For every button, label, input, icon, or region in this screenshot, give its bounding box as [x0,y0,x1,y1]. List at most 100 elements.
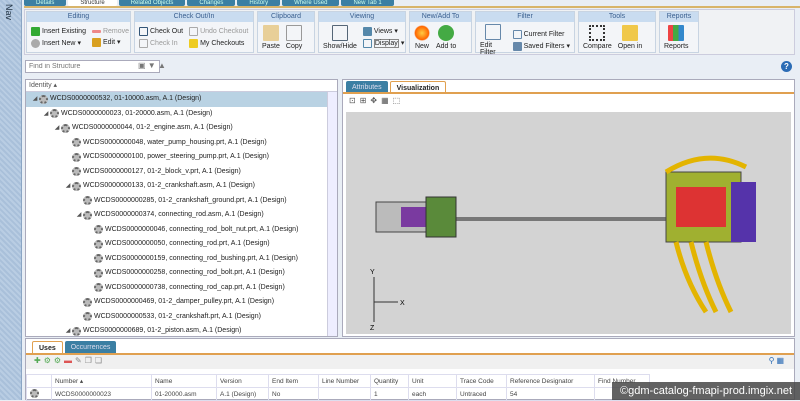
label: Undo Checkout [200,27,249,35]
tree-row[interactable]: WCDS0000000046, connecting_rod_bolt_nut.… [26,223,337,238]
reports-button[interactable]: Reports [664,24,689,50]
tree-row[interactable]: WCDS0000000100, power_steering_pump.prt,… [26,150,337,165]
column-header[interactable]: Reference Designator [506,374,595,388]
views-button[interactable]: Views ▾ [362,26,404,36]
copy-icon[interactable]: ❐ [85,356,95,365]
zoom-window-icon[interactable]: ⊞ [360,96,371,105]
tree-row[interactable]: WCDS0000000533, 01-2_crankshaft.prt, A.1… [26,310,337,325]
replace-icon[interactable]: ⚙ [54,356,64,365]
axis-y-label: Y [370,269,375,276]
paste-button[interactable]: Paste [262,24,280,50]
help-icon[interactable]: ? [781,61,792,72]
part-gear-icon [72,326,81,336]
find-next-icon[interactable]: ▼ [148,61,156,70]
compare-button[interactable]: Compare [583,24,612,50]
structure-tree: Identity ▴ ◢ WCDS0000000532, 01-10000.asm… [25,79,338,337]
saved-filters-button[interactable]: Saved Filters ▾ [512,41,570,51]
edit-button[interactable]: Edit ▾ [91,37,129,47]
label: Insert New [42,39,76,47]
column-header[interactable]: Unit [408,374,457,388]
tree-row[interactable]: WCDS0000000258, connecting_rod_bolt.prt,… [26,266,337,281]
column-header-identity[interactable]: Identity ▴ [26,80,337,92]
remove-button[interactable]: Remove [91,28,129,35]
label: Insert Existing [42,27,86,35]
open-in-button[interactable]: Open in [618,24,642,50]
edit-icon[interactable]: ✎ [75,356,85,365]
current-filter-button[interactable]: Current Filter [512,29,570,39]
expand-toggle-icon[interactable]: ◢ [64,179,72,194]
3d-viewer[interactable]: Y X Z [346,112,791,334]
zoom-icon[interactable]: ⊡ [349,96,360,105]
table-cell[interactable]: Untraced [456,387,507,401]
tree-row[interactable]: WCDS0000000159, connecting_rod_bushing.p… [26,252,337,267]
edit-filter-button[interactable]: Edit Filter [480,24,507,56]
table-cell: 01-20000.asm [151,387,217,401]
views-icon [362,26,372,36]
tree-row[interactable]: WCDS0000000050, connecting_rod.prt, A.1 … [26,237,337,252]
tree-row-label: WCDS0000000048, water_pump_housing.prt, … [83,138,267,146]
tab-occurrences[interactable]: Occurrences [64,341,117,353]
column-header[interactable]: Quantity [370,374,409,388]
show-hide-button[interactable]: Show/Hide [323,24,357,50]
insert-new-button[interactable]: Insert New ▾ [31,38,86,48]
column-header[interactable]: Version [216,374,269,388]
my-checkouts-button[interactable]: My Checkouts [189,38,248,48]
tree-row[interactable]: ◢ WCDS0000000374, connecting_rod.asm, A.1… [26,208,337,223]
check-out-button[interactable]: Check Out [139,26,183,36]
tree-row[interactable]: ◢ WCDS0000000023, 01-20000.asm, A.1 (Desi… [26,107,337,122]
group-viewing: Viewing Show/Hide Views ▾ Display ▾ [318,11,406,53]
table-cell[interactable]: 1 [370,387,409,401]
expand-toggle-icon[interactable]: ◢ [31,92,39,107]
group-title: Clipboard [258,12,314,22]
column-header[interactable]: End Item [268,374,319,388]
table-cell[interactable]: each [408,387,457,401]
tree-row[interactable]: WCDS0000000469, 01-2_damper_pulley.prt, … [26,295,337,310]
check-in-button[interactable]: Check In [139,38,183,48]
paste-icon [262,24,279,41]
remove-icon[interactable]: ▬ [64,356,75,365]
tree-row[interactable]: WCDS0000000048, water_pump_housing.prt, … [26,136,337,151]
tab-attributes[interactable]: Attributes [346,81,388,92]
tree-row[interactable]: ◢ WCDS0000000532, 01-10000.asm, A.1 (Desi… [26,92,337,107]
render-mode-icon[interactable]: ▦ [381,96,393,105]
expand-toggle-icon[interactable]: ◢ [75,208,83,223]
tree-row[interactable]: ◢ WCDS0000000133, 01-2_crankshaft.asm, A.… [26,179,337,194]
column-header[interactable]: Trace Code [456,374,507,388]
add-icon[interactable]: ✚ [34,356,44,365]
column-header[interactable]: Name [151,374,217,388]
tree-row-label: WCDS0000000258, connecting_rod_bolt.prt,… [105,269,285,276]
navigator-strip[interactable]: Nav [0,0,22,400]
tree-row[interactable]: ◢ WCDS0000000044, 01-2_engine.asm, A.1 (D… [26,121,337,136]
copy-button[interactable]: Copy [286,24,302,50]
binoculars-icon[interactable]: ▣ [138,61,146,70]
table-cell[interactable]: 54 [506,387,595,401]
tree-row[interactable]: WCDS0000000285, 01-2_crankshaft_ground.p… [26,194,337,209]
group-filter: Filter Edit Filter Current Filter Saved … [475,11,575,56]
column-header[interactable]: Number ▴ [51,374,152,388]
tree-scrollbar[interactable] [327,92,337,336]
table-cell[interactable] [318,387,371,401]
insert-existing-button[interactable]: Insert Existing [31,26,86,36]
tree-row[interactable]: ◢ WCDS0000000689, 01-2_piston.asm, A.1 (D… [26,324,337,336]
expand-toggle-icon[interactable]: ◢ [42,107,50,122]
insert-icon[interactable]: ⚙ [44,356,54,365]
tree-row[interactable]: WCDS0000000127, 01-2_block_v.prt, A.1 (D… [26,165,337,180]
tab-uses[interactable]: Uses [32,341,63,353]
new-button[interactable]: New [414,24,430,50]
expand-toggle-icon[interactable]: ◢ [53,121,61,136]
damper [425,196,457,238]
column-header[interactable]: Line Number [318,374,371,388]
undo-checkout-button[interactable]: Undo Checkout [189,26,249,36]
expand-toggle-icon[interactable]: ◢ [64,324,72,336]
tree-row-label: WCDS0000000023, 01-20000.asm, A.1 (Desig… [61,109,213,117]
find-previous-icon[interactable]: ▲ [158,61,166,70]
pan-icon[interactable]: ✥ [370,96,381,105]
table-view-icon[interactable]: ▦ [776,356,786,365]
tab-visualization[interactable]: Visualization [389,81,447,92]
tree-row[interactable]: WCDS0000000738, connecting_rod_cap.prt, … [26,281,337,296]
display-button[interactable]: Display ▾ [362,38,404,48]
paste-icon[interactable]: ❏ [95,356,105,365]
selection-icon[interactable]: ⬚ [393,96,405,105]
table-row[interactable]: WCDS0000000023 01-20000.asm A.1 (Design) No… [26,387,650,401]
add-to-button[interactable]: Add to [436,24,456,50]
